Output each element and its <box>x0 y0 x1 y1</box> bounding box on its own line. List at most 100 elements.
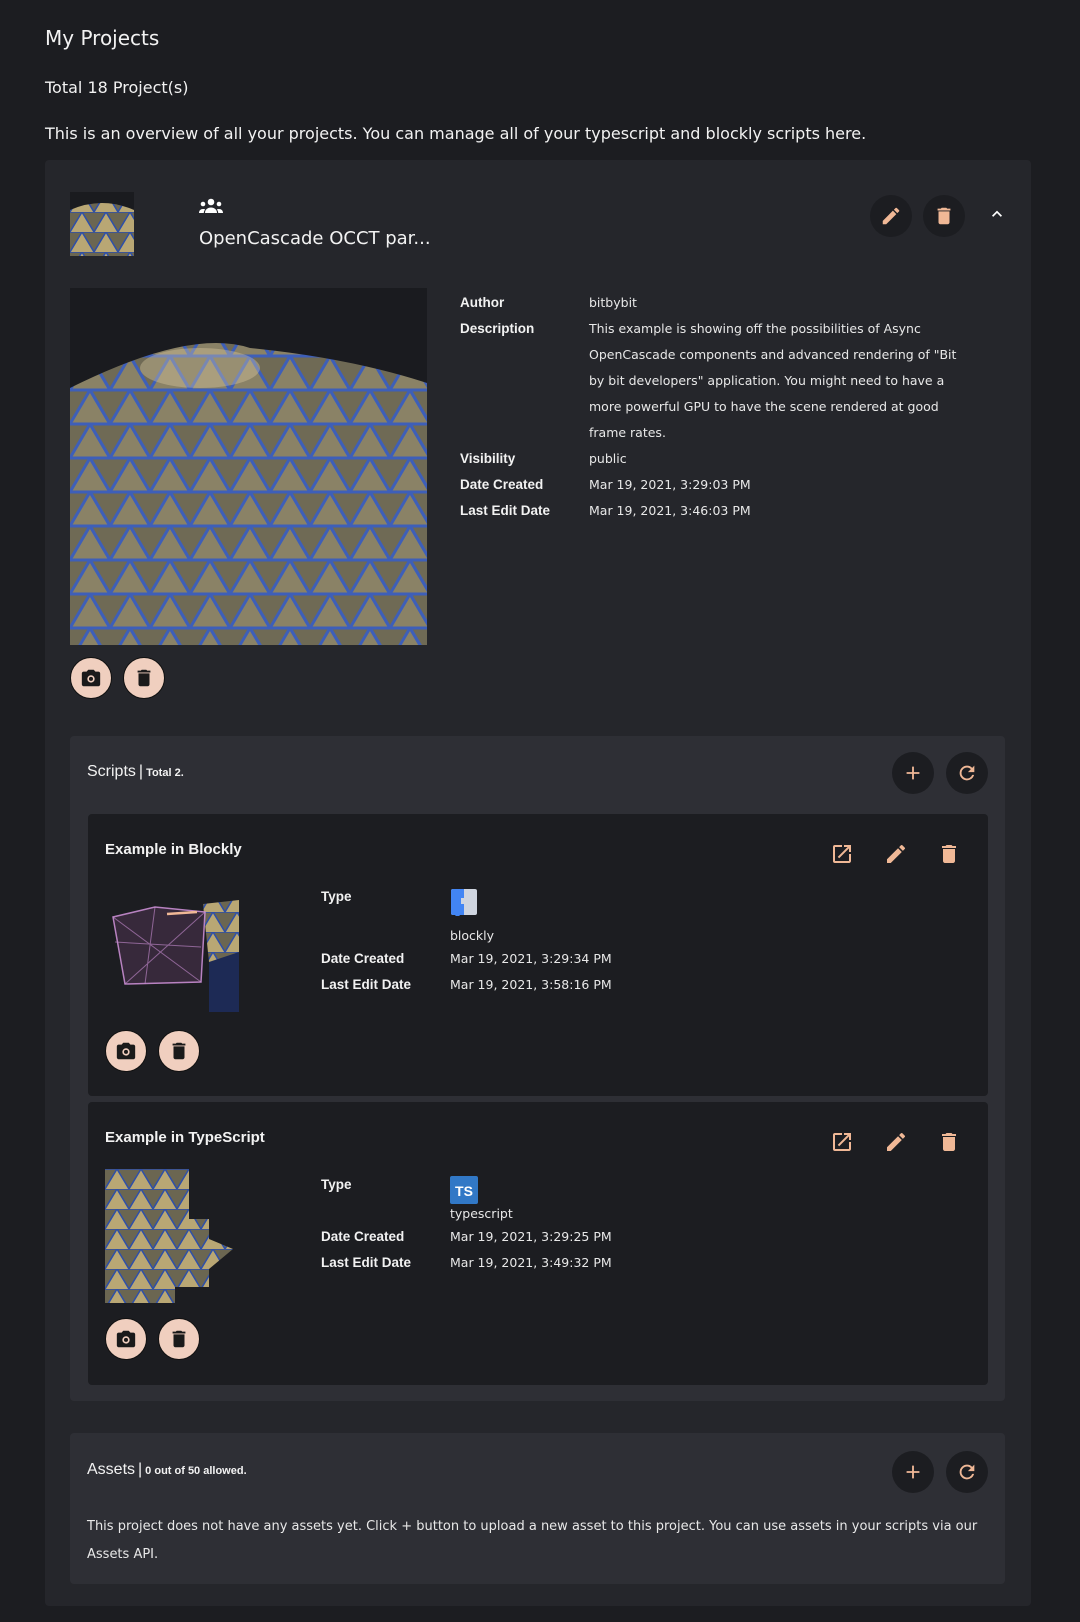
script-card: Example in Blockly Type blockly Date Cre… <box>88 814 988 1096</box>
refresh-assets-button[interactable] <box>946 1451 988 1493</box>
detail-label: Last Edit Date <box>321 1255 412 1270</box>
script-details: Type blockly Date Created Mar 19, 2021, … <box>321 884 612 998</box>
camera-icon <box>115 1328 137 1350</box>
trash-icon <box>937 1130 961 1154</box>
add-script-button[interactable] <box>892 752 934 794</box>
script-thumbnail <box>105 892 239 1026</box>
detail-row-last-edit: Last Edit Date Mar 19, 2021, 3:46:03 PM <box>460 498 980 524</box>
assets-heading: Assets | 0 out of 50 allowed. <box>87 1461 247 1478</box>
pencil-icon <box>884 842 908 866</box>
script-last-edit: Mar 19, 2021, 3:49:32 PM <box>450 1255 612 1270</box>
pencil-icon <box>884 1130 908 1154</box>
open-script-button[interactable] <box>829 841 855 867</box>
detail-row-last-edit: Last Edit Date Mar 19, 2021, 3:58:16 PM <box>321 972 612 998</box>
camera-icon <box>80 667 102 689</box>
delete-script-button[interactable] <box>936 841 962 867</box>
detail-row-last-edit: Last Edit Date Mar 19, 2021, 3:49:32 PM <box>321 1250 612 1276</box>
detail-value-author: bitbybit <box>589 295 637 310</box>
detail-label: Last Edit Date <box>321 977 412 992</box>
detail-value-last-edit: Mar 19, 2021, 3:46:03 PM <box>589 503 751 518</box>
open-in-new-icon <box>830 842 854 866</box>
script-type: typescript <box>450 1206 513 1221</box>
plus-icon <box>902 1461 924 1483</box>
trash-icon <box>133 667 155 689</box>
project-name[interactable]: OpenCascade OCCT par... <box>199 228 431 249</box>
project-preview-image <box>70 288 427 645</box>
trash-icon <box>168 1040 190 1062</box>
detail-row-date-created: Date Created Mar 19, 2021, 3:29:25 PM <box>321 1224 612 1250</box>
add-asset-button[interactable] <box>892 1451 934 1493</box>
detail-label: Description <box>460 321 535 336</box>
assets-empty-message: This project does not have any assets ye… <box>87 1519 978 1562</box>
trash-icon <box>933 205 955 227</box>
open-in-new-icon <box>830 1130 854 1154</box>
edit-script-button[interactable] <box>883 1129 909 1155</box>
script-date-created: Mar 19, 2021, 3:29:34 PM <box>450 951 612 966</box>
chevron-up-icon <box>987 204 1007 224</box>
project-card: OpenCascade OCCT par... Author bitbybit … <box>45 160 1031 1606</box>
take-screenshot-button[interactable] <box>70 657 112 699</box>
blockly-icon <box>451 889 477 918</box>
type-cell: blockly <box>450 884 494 946</box>
detail-row-date-created: Date Created Mar 19, 2021, 3:29:03 PM <box>460 472 980 498</box>
detail-value-visibility: public <box>589 451 627 466</box>
detail-row-description: Description This example is showing off … <box>460 316 980 446</box>
detail-label: Type <box>321 1177 352 1192</box>
detail-row-visibility: Visibility public <box>460 446 980 472</box>
detail-value-description: This example is showing off the possibil… <box>589 321 957 440</box>
detail-value-date-created: Mar 19, 2021, 3:29:03 PM <box>589 477 751 492</box>
project-thumbnail[interactable] <box>70 192 134 256</box>
detail-row-type: Type blockly <box>321 884 612 946</box>
take-screenshot-button[interactable] <box>105 1030 147 1072</box>
script-thumbnail <box>105 1169 239 1303</box>
detail-row-type: Type TS typescript <box>321 1172 612 1224</box>
assets-section: Assets | 0 out of 50 allowed. This project… <box>70 1433 1005 1584</box>
detail-label: Last Edit Date <box>460 503 551 518</box>
detail-label: Type <box>321 889 352 904</box>
detail-label: Visibility <box>460 451 516 466</box>
assets-title: Assets <box>87 1461 136 1478</box>
script-date-created: Mar 19, 2021, 3:29:25 PM <box>450 1229 612 1244</box>
camera-icon <box>115 1040 137 1062</box>
detail-label: Date Created <box>321 1229 405 1244</box>
detail-row-author: Author bitbybit <box>460 290 980 316</box>
typescript-icon: TS <box>450 1176 478 1204</box>
script-card: Example in TypeScript Type TS typescript… <box>88 1102 988 1385</box>
refresh-icon <box>956 762 978 784</box>
scripts-count: Total 2. <box>146 767 184 779</box>
take-screenshot-button[interactable] <box>105 1318 147 1360</box>
refresh-icon <box>956 1461 978 1483</box>
page-intro: This is an overview of all your projects… <box>45 124 867 143</box>
delete-image-button[interactable] <box>158 1318 200 1360</box>
scripts-heading: Scripts | Total 2. <box>87 763 184 780</box>
pencil-icon <box>880 205 902 227</box>
people-icon <box>198 198 224 214</box>
script-type: blockly <box>450 928 495 943</box>
plus-icon <box>902 762 924 784</box>
delete-image-button[interactable] <box>123 657 165 699</box>
detail-label: Date Created <box>321 951 405 966</box>
assets-count: 0 out of 50 allowed. <box>145 1465 247 1477</box>
refresh-scripts-button[interactable] <box>946 752 988 794</box>
delete-script-button[interactable] <box>936 1129 962 1155</box>
open-script-button[interactable] <box>829 1129 855 1155</box>
project-count: Total 18 Project(s) <box>45 78 189 97</box>
trash-icon <box>937 842 961 866</box>
edit-project-button[interactable] <box>870 195 912 237</box>
page-title: My Projects <box>45 26 160 50</box>
script-last-edit: Mar 19, 2021, 3:58:16 PM <box>450 977 612 992</box>
script-title[interactable]: Example in Blockly <box>105 841 242 858</box>
type-cell: TS typescript <box>450 1172 513 1224</box>
delete-project-button[interactable] <box>923 195 965 237</box>
delete-image-button[interactable] <box>158 1030 200 1072</box>
script-details: Type TS typescript Date Created Mar 19, … <box>321 1172 612 1276</box>
detail-label: Date Created <box>460 477 544 492</box>
collapse-button[interactable] <box>987 204 1007 224</box>
detail-row-date-created: Date Created Mar 19, 2021, 3:29:34 PM <box>321 946 612 972</box>
trash-icon <box>168 1328 190 1350</box>
script-title[interactable]: Example in TypeScript <box>105 1129 265 1146</box>
detail-label: Author <box>460 295 505 310</box>
scripts-section: Scripts | Total 2. Example in Blockly Ty… <box>70 736 1005 1401</box>
edit-script-button[interactable] <box>883 841 909 867</box>
project-details: Author bitbybit Description This example… <box>460 290 980 524</box>
